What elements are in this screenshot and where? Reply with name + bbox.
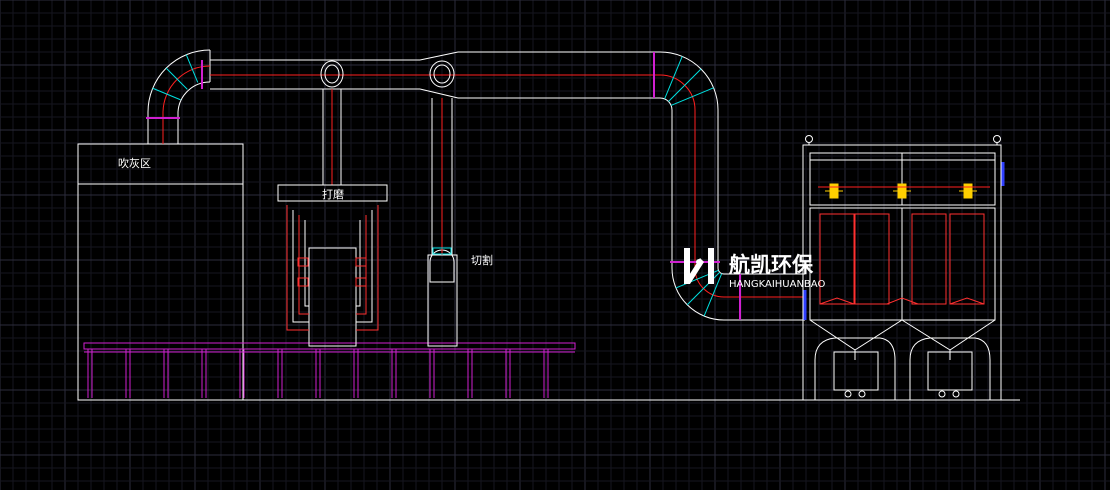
manifold-pipe [286,205,309,331]
elbow-segments [152,54,723,317]
elbow-segment [152,87,181,101]
blow-zone-label: 吹灰区 [118,156,151,170]
grinding-label: 打磨 [322,187,344,201]
elbow-segment [670,87,714,106]
cad-drawing: 吹灰区 打磨 切割 航凯环保 HANGKAIHUANBAO [0,0,1110,490]
manifold-pipe [356,220,361,307]
dust-collector [802,135,1002,401]
pulse-valves [825,183,977,199]
cutting-label: 切割 [471,253,493,267]
duct-flanges [146,52,741,320]
background-grid [0,0,1110,490]
logo-pinyin: HANGKAIHUANBAO [729,279,825,290]
logo-chinese: 航凯环保 [729,253,814,277]
manifold-pipe [356,205,379,331]
dust-bin-wheels [844,390,960,398]
company-logo: 航凯环保 HANGKAIHUANBAO [684,248,825,290]
elbow-segment [668,68,702,102]
